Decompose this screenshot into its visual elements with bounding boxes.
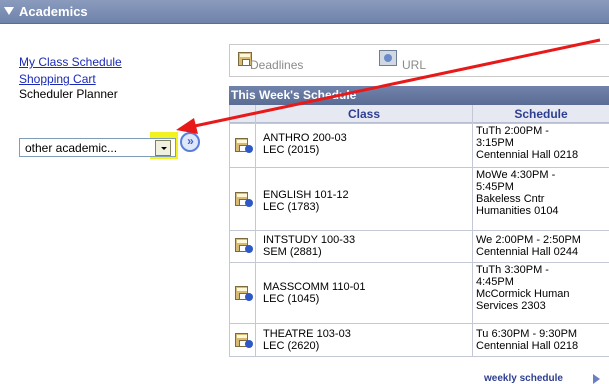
class-name: THEATRE 103-03 <box>263 328 351 340</box>
class-section: LEC (2015) <box>263 144 320 156</box>
go-button[interactable]: » <box>180 132 200 152</box>
grid-line <box>229 123 609 124</box>
grid-line <box>255 105 256 357</box>
grid-line <box>229 230 609 231</box>
class-name: MASSCOMM 110-01 <box>263 281 366 293</box>
class-name: ANTHRO 200-03 <box>263 132 347 144</box>
class-name: INTSTUDY 100-33 <box>263 234 356 246</box>
class-section: LEC (1045) <box>263 293 320 305</box>
schedule-header: This Week's Schedule <box>229 86 609 105</box>
scheduler-planner-text: Scheduler Planner <box>19 87 118 101</box>
my-class-schedule-link[interactable]: My Class Schedule <box>19 56 122 69</box>
collapse-triangle-icon[interactable] <box>4 7 14 15</box>
deadlines-link[interactable]: Deadlines <box>250 58 303 72</box>
info-dot-icon <box>245 199 253 207</box>
class-name: ENGLISH 101-12 <box>263 189 349 201</box>
academics-dropdown[interactable]: other academic... <box>19 138 176 157</box>
info-dot-icon <box>245 245 253 253</box>
info-dot-icon <box>245 145 253 153</box>
dropdown-arrow-icon[interactable] <box>155 140 171 156</box>
class-schedule: MoWe 4:30PM - 5:45PM Bakeless Cntr Human… <box>476 169 559 217</box>
grid-line <box>229 167 609 168</box>
grid-line <box>229 323 609 324</box>
icon-column-header <box>229 105 255 123</box>
info-dot-icon <box>245 293 253 301</box>
class-section: SEM (2881) <box>263 246 322 258</box>
grid-line <box>229 356 609 357</box>
grid-line <box>229 105 230 357</box>
class-schedule: We 2:00PM - 2:50PM Centennial Hall 0244 <box>476 234 581 258</box>
shopping-cart-link[interactable]: Shopping Cart <box>19 73 96 86</box>
dropdown-selected-value: other academic... <box>25 141 118 155</box>
schedule-column-header: Schedule <box>473 105 609 123</box>
grid-line <box>229 262 609 263</box>
info-dot-icon <box>245 340 253 348</box>
class-schedule: TuTh 3:30PM - 4:45PM McCormick Human Ser… <box>476 264 570 312</box>
right-triangle-icon[interactable] <box>593 374 600 384</box>
class-section: LEC (2620) <box>263 340 320 352</box>
class-section: LEC (1783) <box>263 201 320 213</box>
class-schedule: TuTh 2:00PM - 3:15PM Centennial Hall 021… <box>476 125 579 161</box>
url-icon <box>379 50 397 66</box>
class-column-header: Class <box>256 105 472 123</box>
url-link[interactable]: URL <box>402 58 426 72</box>
grid-line <box>472 105 473 357</box>
go-arrows-icon: » <box>187 134 194 148</box>
class-schedule: Tu 6:30PM - 9:30PM Centennial Hall 0218 <box>476 328 579 352</box>
schedule-title: This Week's Schedule <box>231 88 357 102</box>
section-title: Academics <box>19 4 88 19</box>
academics-header[interactable]: Academics <box>0 0 609 24</box>
weekly-schedule-link[interactable]: weekly schedule <box>484 373 563 384</box>
